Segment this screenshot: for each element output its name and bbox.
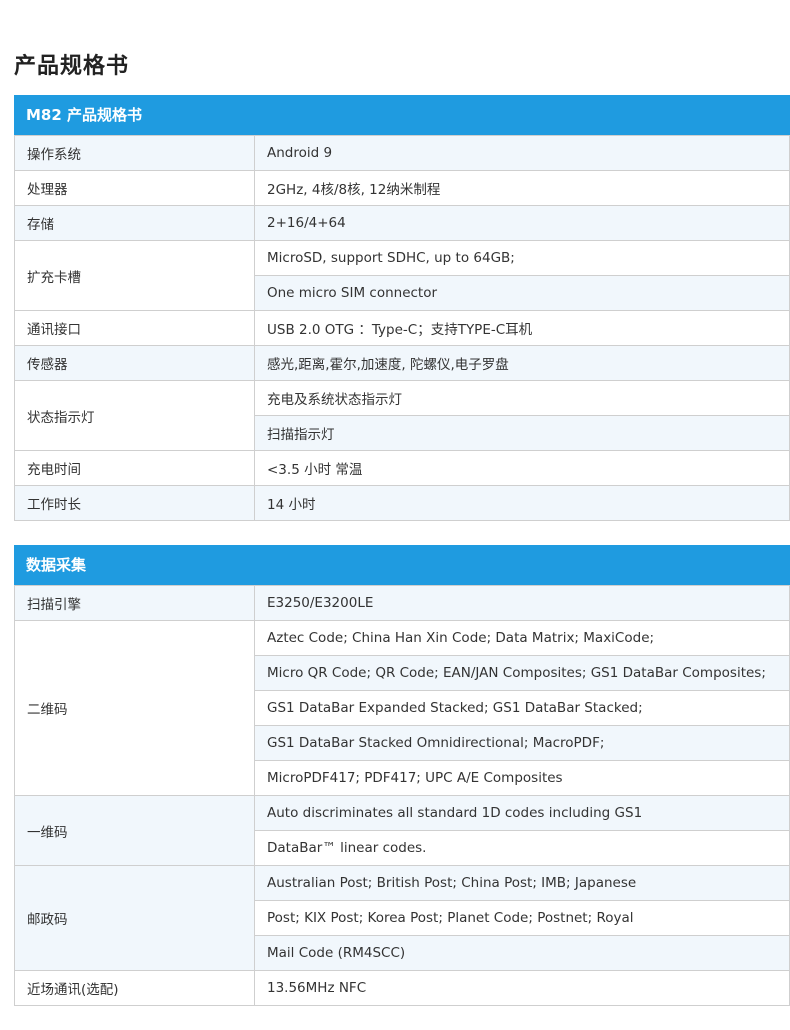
spec-label: 处理器 [14,170,255,206]
spec-value: E3250/E3200LE [254,585,790,621]
spec-value: MicroSD, support SDHC, up to 64GB; [254,240,790,276]
table-row: 充电时间 <3.5 小时 常温 [14,450,790,486]
spec-label: 近场通讯(选配) [14,970,255,1006]
table-row: 一维码 Auto discriminates all standard 1D co… [14,795,790,866]
spec-value: Aztec Code; China Han Xin Code; Data Mat… [254,620,790,656]
table-row: 处理器 2GHz, 4核/8核, 12纳米制程 [14,170,790,206]
spec-label: 二维码 [14,620,255,796]
table-row: 工作时长 14 小时 [14,485,790,521]
spec-label: 扩充卡槽 [14,240,255,311]
spec-value: 感光,距离,霍尔,加速度, 陀螺仪,电子罗盘 [254,345,790,381]
table-row: 近场通讯(选配) 13.56MHz NFC [14,970,790,1006]
spec-section-data-capture: 数据采集 扫描引擎 E3250/E3200LE 二维码 Aztec Code; Chi… [14,545,790,1006]
table-row: 传感器 感光,距离,霍尔,加速度, 陀螺仪,电子罗盘 [14,345,790,381]
spec-value: USB 2.0 OTG ：Type-C；支持TYPE-C耳机 [254,310,790,346]
spec-value: 2+16/4+64 [254,205,790,241]
spec-value: GS1 DataBar Stacked Omnidirectional; Mac… [254,725,790,761]
table-row: 扫描引擎 E3250/E3200LE [14,585,790,621]
spec-value: 2GHz, 4核/8核, 12纳米制程 [254,170,790,206]
table-row: 二维码 Aztec Code; China Han Xin Code; Data … [14,620,790,796]
spec-value: GS1 DataBar Expanded Stacked; GS1 DataBa… [254,690,790,726]
spec-label: 充电时间 [14,450,255,486]
table-row: 扩充卡槽 MicroSD, support SDHC, up to 64GB; [14,240,790,311]
spec-value: Post; KIX Post; Korea Post; Planet Code;… [254,900,790,936]
spec-label: 操作系统 [14,135,255,171]
spec-value: Mail Code (RM4SCC) [254,935,790,971]
spec-label: 状态指示灯 [14,380,255,451]
spec-label: 扫描引擎 [14,585,255,621]
table-row: 操作系统 Android 9 [14,135,790,171]
spec-value: MicroPDF417; PDF417; UPC A/E Composites [254,760,790,796]
spec-value: Auto discriminates all standard 1D codes… [254,795,790,831]
table-row: 存储 2+16/4+64 [14,205,790,241]
spec-label: 传感器 [14,345,255,381]
table-row: 通讯接口 USB 2.0 OTG ：Type-C；支持TYPE-C耳机 [14,310,790,346]
section-header: M82 产品规格书 [14,95,790,135]
spec-value: 13.56MHz NFC [254,970,790,1006]
spec-table: 操作系统 Android 9 处理器 2GHz, 4核/8核, 12纳米制程 存储 2+1… [14,135,790,521]
spec-section-m82: M82 产品规格书 操作系统 Android 9 处理器 2GHz, 4核/8核, 1… [14,95,790,521]
spec-label: 存储 [14,205,255,241]
page-title: 产品规格书 [14,54,130,79]
table-row: 邮政码 Australian Post; British Post; China … [14,865,790,971]
table-row: 状态指示灯 充电及系统状态指示灯 [14,380,790,451]
spec-value: One micro SIM connector [254,275,790,311]
spec-table: 扫描引擎 E3250/E3200LE 二维码 Aztec Code; China Ha… [14,585,790,1006]
spec-value: 充电及系统状态指示灯 [254,380,790,416]
spec-value: Android 9 [254,135,790,171]
spec-value: Australian Post; British Post; China Pos… [254,865,790,901]
spec-value: Micro QR Code; QR Code; EAN/JAN Composit… [254,655,790,691]
spec-value: 扫描指示灯 [254,415,790,451]
spec-value: <3.5 小时 常温 [254,450,790,486]
spec-label: 一维码 [14,795,255,866]
spec-label: 邮政码 [14,865,255,971]
spec-value: 14 小时 [254,485,790,521]
spec-value: DataBar™ linear codes. [254,830,790,866]
section-header: 数据采集 [14,545,790,585]
spec-label: 通讯接口 [14,310,255,346]
spec-label: 工作时长 [14,485,255,521]
